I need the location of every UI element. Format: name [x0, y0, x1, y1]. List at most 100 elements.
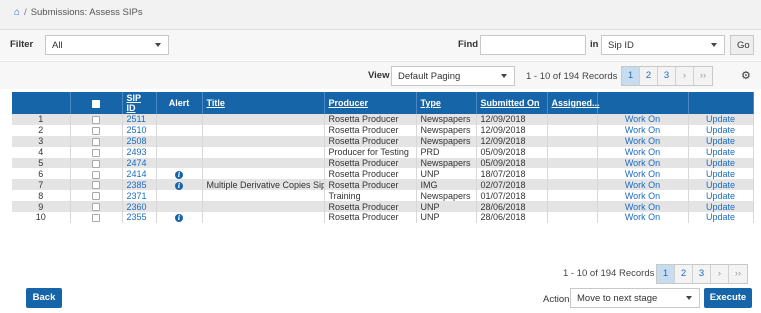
header-producer[interactable]: Producer	[324, 92, 417, 114]
header-select-all[interactable]	[70, 92, 123, 114]
row-checkbox[interactable]	[92, 116, 100, 125]
sip-id-link[interactable]: 2511	[122, 114, 157, 125]
type-cell: Newspapers	[416, 124, 477, 136]
table-row[interactable]: 9 2360 Rosetta Producer UNP 28/06/2018 Work O…	[12, 201, 754, 213]
sip-id-link[interactable]: 2510	[122, 124, 157, 136]
row-checkbox[interactable]	[92, 203, 100, 212]
breadcrumb: ⌂ / Submissions: Assess SIPs	[0, 0, 761, 30]
last-page-button[interactable]: ››	[729, 265, 747, 283]
action-select[interactable]: Move to next stage	[570, 288, 700, 308]
update-link[interactable]: Update	[688, 179, 754, 191]
go-button[interactable]: Go	[730, 35, 754, 55]
page-1-button[interactable]: 1	[622, 67, 640, 85]
row-select[interactable]	[70, 124, 123, 136]
update-link[interactable]: Update	[688, 124, 754, 136]
header-alert: Alert	[156, 92, 203, 114]
find-field-select[interactable]: Sip ID	[601, 35, 725, 55]
header-type[interactable]: Type	[416, 92, 477, 114]
next-page-button[interactable]: ›	[711, 265, 729, 283]
row-checkbox[interactable]	[92, 214, 100, 223]
assigned-cell	[547, 157, 598, 169]
header-submitted-on[interactable]: Submitted On	[476, 92, 548, 114]
table-row[interactable]: 6 2414 i Rosetta Producer UNP 18/07/2018 Work …	[12, 168, 754, 180]
last-page-button[interactable]: ››	[694, 67, 712, 85]
sip-id-link[interactable]: 2355	[122, 212, 157, 223]
row-select[interactable]	[70, 114, 123, 125]
submitted-on-cell: 28/06/2018	[476, 201, 548, 213]
info-icon[interactable]: i	[175, 214, 183, 223]
update-link[interactable]: Update	[688, 201, 754, 213]
sip-id-link[interactable]: 2371	[122, 190, 157, 202]
select-all-checkbox[interactable]	[92, 99, 100, 108]
header-title[interactable]: Title	[202, 92, 325, 114]
table-row[interactable]: 3 2508 Rosetta Producer Newspapers 12/09/201…	[12, 135, 754, 147]
page-1-button[interactable]: 1	[657, 265, 675, 283]
row-checkbox[interactable]	[92, 137, 100, 146]
back-button[interactable]: Back	[26, 288, 62, 308]
update-link[interactable]: Update	[688, 114, 754, 125]
work-on-link[interactable]: Work On	[597, 168, 689, 180]
work-on-link[interactable]: Work On	[597, 114, 689, 125]
row-checkbox[interactable]	[92, 192, 100, 201]
update-link[interactable]: Update	[688, 146, 754, 158]
table-row[interactable]: 5 2474 Rosetta Producer Newspapers 05/09/201…	[12, 157, 754, 169]
work-on-link[interactable]: Work On	[597, 157, 689, 169]
update-link[interactable]: Update	[688, 212, 754, 223]
page-3-button[interactable]: 3	[693, 265, 711, 283]
assigned-cell	[547, 146, 598, 158]
work-on-link[interactable]: Work On	[597, 179, 689, 191]
table-row[interactable]: 2 2510 Rosetta Producer Newspapers 12/09/201…	[12, 124, 754, 136]
row-select[interactable]	[70, 135, 123, 147]
filter-select[interactable]: All	[45, 35, 169, 55]
work-on-link[interactable]: Work On	[597, 190, 689, 202]
row-checkbox[interactable]	[92, 126, 100, 135]
work-on-link[interactable]: Work On	[597, 135, 689, 147]
header-sip-id[interactable]: SIP ID	[122, 92, 157, 114]
work-on-link[interactable]: Work On	[597, 201, 689, 213]
row-select[interactable]	[70, 168, 123, 180]
view-select[interactable]: Default Paging	[391, 66, 515, 86]
sip-id-link[interactable]: 2493	[122, 146, 157, 158]
home-icon[interactable]: ⌂	[14, 7, 20, 18]
sip-id-link[interactable]: 2508	[122, 135, 157, 147]
submitted-on-cell: 12/09/2018	[476, 124, 548, 136]
work-on-link[interactable]: Work On	[597, 124, 689, 136]
row-select[interactable]	[70, 157, 123, 169]
row-checkbox[interactable]	[92, 181, 100, 190]
table-row[interactable]: 1 2511 Rosetta Producer Newspapers 12/09/201…	[12, 114, 754, 125]
find-input[interactable]	[480, 35, 586, 55]
update-link[interactable]: Update	[688, 168, 754, 180]
row-select[interactable]	[70, 179, 123, 191]
row-checkbox[interactable]	[92, 170, 100, 179]
row-select[interactable]	[70, 201, 123, 213]
sip-id-link[interactable]: 2414	[122, 168, 157, 180]
table-row[interactable]: 7 2385 i Multiple Derivative Copies Sip Rose…	[12, 179, 754, 191]
page-2-button[interactable]: 2	[675, 265, 693, 283]
row-select[interactable]	[70, 190, 123, 202]
update-link[interactable]: Update	[688, 157, 754, 169]
row-checkbox[interactable]	[92, 148, 100, 157]
update-link[interactable]: Update	[688, 190, 754, 202]
execute-button[interactable]: Execute	[704, 288, 752, 308]
producer-cell: Rosetta Producer	[324, 168, 417, 180]
page-2-button[interactable]: 2	[640, 67, 658, 85]
sip-id-link[interactable]: 2360	[122, 201, 157, 213]
table-row[interactable]: 4 2493 Producer for Testing PRD 05/09/2018 Wo…	[12, 146, 754, 158]
gear-icon[interactable]: ⚙	[741, 69, 751, 82]
info-icon[interactable]: i	[175, 181, 183, 190]
work-on-link[interactable]: Work On	[597, 146, 689, 158]
alert-cell	[156, 135, 203, 147]
row-select[interactable]	[70, 146, 123, 158]
sip-id-link[interactable]: 2474	[122, 157, 157, 169]
sip-id-link[interactable]: 2385	[122, 179, 157, 191]
next-page-button[interactable]: ›	[676, 67, 694, 85]
row-select[interactable]	[70, 212, 123, 223]
info-icon[interactable]: i	[175, 170, 183, 179]
work-on-link[interactable]: Work On	[597, 212, 689, 223]
table-row[interactable]: 10 2355 i Rosetta Producer UNP 28/06/2018 Work…	[12, 212, 754, 223]
table-row[interactable]: 8 2371 Training Newspapers 01/07/2018 Work On…	[12, 190, 754, 202]
row-checkbox[interactable]	[92, 159, 100, 168]
page-3-button[interactable]: 3	[658, 67, 676, 85]
update-link[interactable]: Update	[688, 135, 754, 147]
header-assigned[interactable]: Assigned...	[547, 92, 600, 114]
